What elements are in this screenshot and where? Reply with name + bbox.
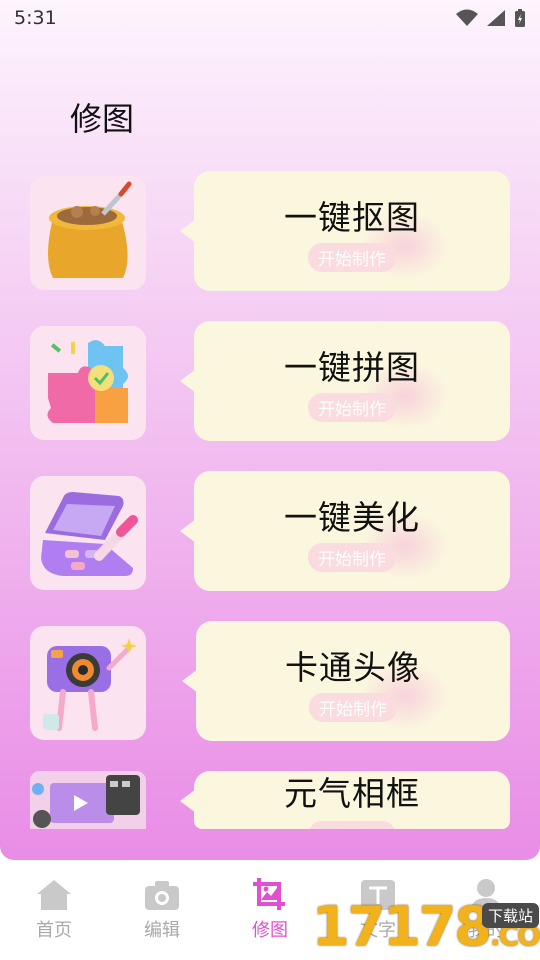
video-frame-icon <box>30 771 146 829</box>
card-collage[interactable]: 一键拼图 开始制作 <box>30 321 510 441</box>
puzzle-icon <box>47 340 128 423</box>
start-button[interactable]: 开始制作 <box>308 242 396 272</box>
collage-thumbnail <box>30 326 146 440</box>
cutout-bubble[interactable]: 一键抠图 开始制作 <box>194 171 510 291</box>
wifi-icon <box>456 9 478 26</box>
tab-retouch[interactable]: 修图 <box>225 878 315 942</box>
cartoon-bubble[interactable]: 卡通头像 开始制作 <box>196 621 510 741</box>
card-title: 元气相框 <box>284 774 420 813</box>
card-title: 一键拼图 <box>284 347 420 387</box>
start-button[interactable]: 开始制作 <box>309 692 397 722</box>
card-frame[interactable]: 元气相框 开始制作 <box>30 771 510 829</box>
watermark-badge: 下载站 <box>482 903 540 928</box>
start-button[interactable]: 开始制作 <box>308 542 396 572</box>
beautify-bubble[interactable]: 一键美化 开始制作 <box>194 471 510 591</box>
beautify-thumbnail <box>30 476 146 590</box>
tab-edit[interactable]: 编辑 <box>117 878 207 942</box>
card-title: 一键美化 <box>284 497 420 537</box>
tab-label: 首页 <box>36 920 72 941</box>
page-title: 修图 <box>70 100 135 138</box>
sack-icon <box>48 181 132 278</box>
cutout-thumbnail <box>30 176 146 290</box>
card-cartoon-avatar[interactable]: 卡通头像 开始制作 <box>30 621 510 741</box>
frame-bubble[interactable]: 元气相框 开始制作 <box>194 771 510 829</box>
tab-home[interactable]: 首页 <box>9 878 99 942</box>
status-bar: 5:31 <box>0 0 540 36</box>
tab-label: 编辑 <box>144 920 180 941</box>
card-title: 卡通头像 <box>285 647 421 687</box>
home-icon <box>37 880 71 910</box>
status-time: 5:31 <box>14 7 57 29</box>
tab-label: 修图 <box>252 920 288 941</box>
start-button[interactable]: 开始制作 <box>308 821 396 829</box>
makeup-palette-icon <box>41 492 138 576</box>
camera-icon <box>145 881 179 910</box>
status-icons <box>456 8 526 28</box>
signal-icon <box>487 10 505 26</box>
frame-thumbnail <box>30 771 146 829</box>
battery-icon <box>515 9 525 27</box>
cartoon-thumbnail <box>30 626 146 740</box>
collage-bubble[interactable]: 一键拼图 开始制作 <box>194 321 510 441</box>
camera-character-icon <box>43 638 137 731</box>
card-cutout[interactable]: 一键抠图 开始制作 <box>30 171 510 291</box>
watermark-logo: 17178.COM 下载站 <box>312 895 540 960</box>
start-button[interactable]: 开始制作 <box>308 392 396 422</box>
crop-image-icon <box>253 878 285 910</box>
screen-background: 5:31 修图 一键抠图 开始制作 一键拼图 开始制作 一键美化 开始制作 卡通… <box>0 0 540 860</box>
card-beautify[interactable]: 一键美化 开始制作 <box>30 471 510 591</box>
card-title: 一键抠图 <box>284 197 420 237</box>
